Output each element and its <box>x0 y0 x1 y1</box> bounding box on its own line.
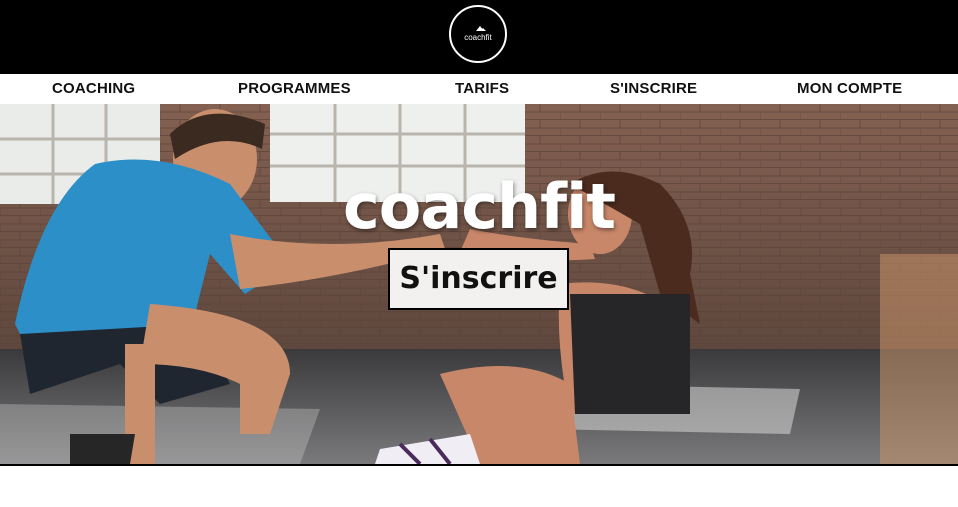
nav-item-coaching[interactable]: COACHING <box>52 80 135 97</box>
nav-item-tarifs[interactable]: TARIFS <box>455 80 509 97</box>
logo-text: coachfit <box>464 33 492 42</box>
header-bar: coachfit <box>0 0 958 74</box>
main-nav: COACHING PROGRAMMES TARIFS S'INSCRIRE MO… <box>0 74 958 105</box>
signup-button[interactable]: S'inscrire <box>388 248 569 310</box>
mountain-icon-small <box>480 28 486 31</box>
nav-item-programmes[interactable]: PROGRAMMES <box>238 80 351 97</box>
divider <box>0 464 958 466</box>
nav-item-sinscrire[interactable]: S'INSCRIRE <box>610 80 697 97</box>
hero-title: coachfit <box>343 170 616 243</box>
nav-item-mon-compte[interactable]: MON COMPTE <box>797 80 902 97</box>
hero-image: coachfit S'inscrire <box>0 104 958 464</box>
brand-logo[interactable]: coachfit <box>449 5 507 63</box>
